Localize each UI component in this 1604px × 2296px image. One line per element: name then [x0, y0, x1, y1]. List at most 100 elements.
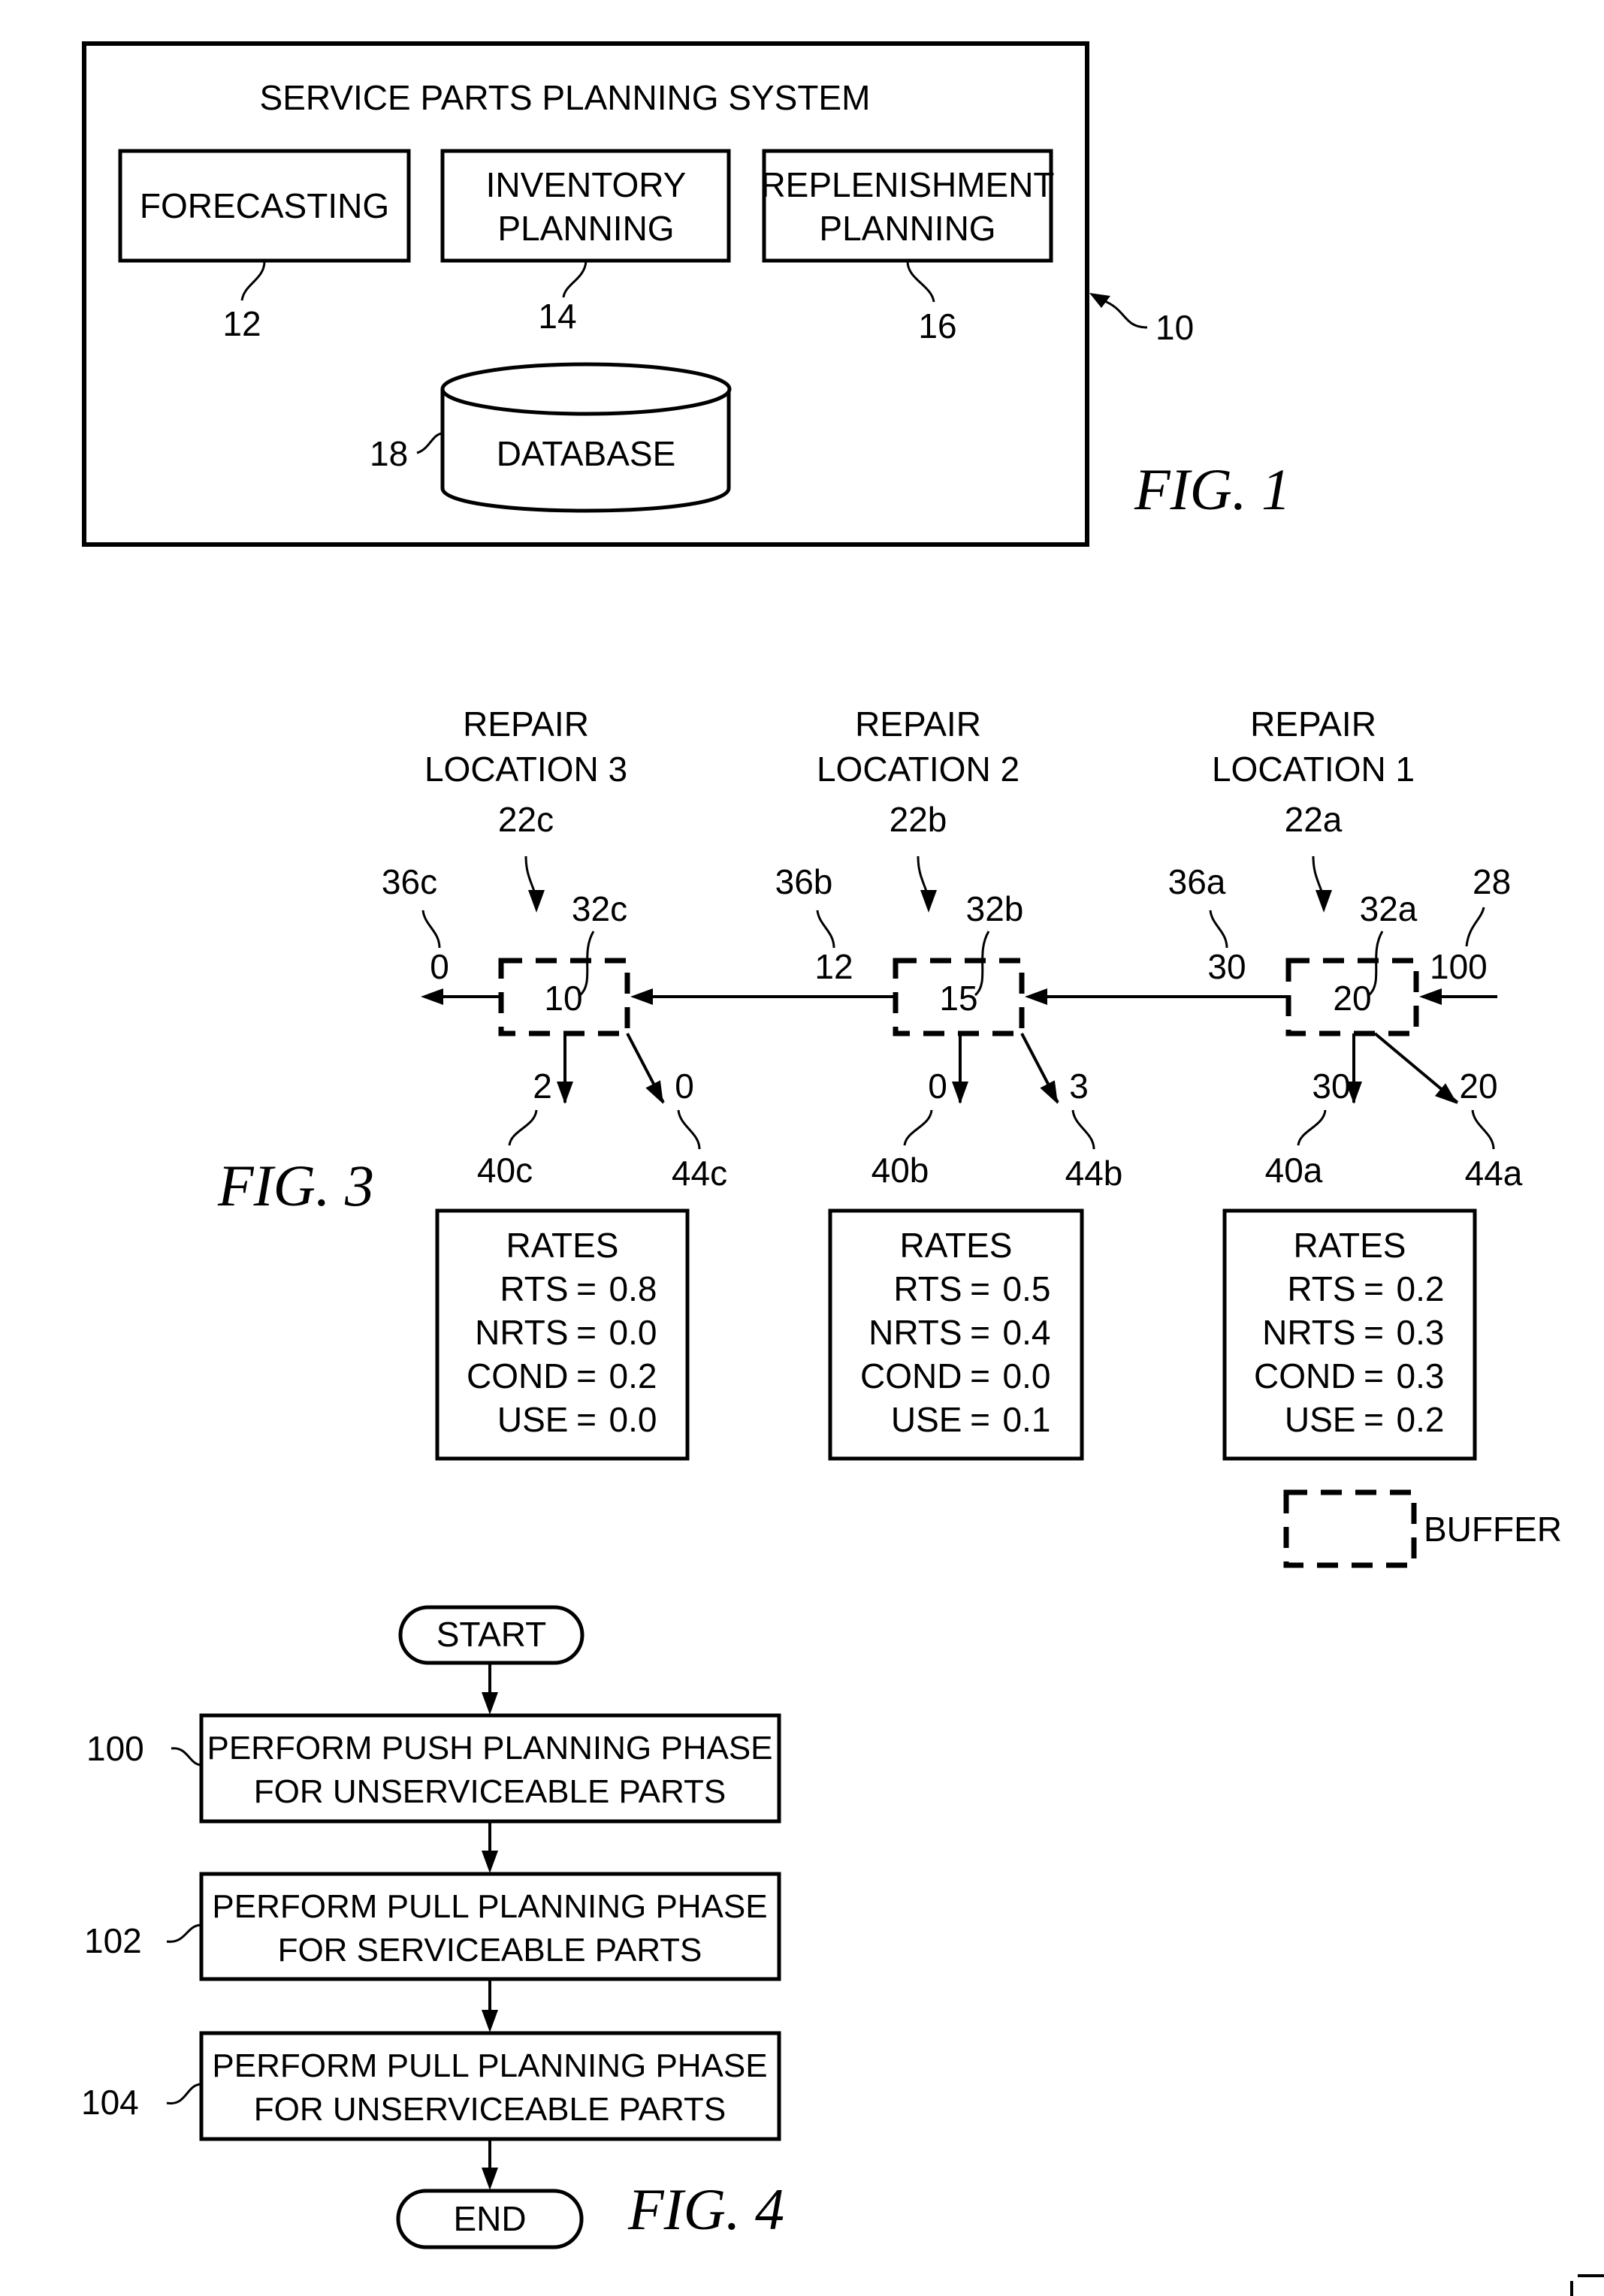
location-title-line: REPAIR — [855, 704, 981, 744]
buffer-ref: 32c — [572, 889, 627, 928]
buffer-legend: BUFFER — [1283, 1489, 1562, 1568]
rate-equals: = — [1364, 1269, 1384, 1308]
rate-value: 0.1 — [1003, 1400, 1051, 1439]
rate-name: RTS — [893, 1269, 962, 1308]
rate-equals: = — [970, 1269, 990, 1308]
rate-equals: = — [1364, 1356, 1384, 1395]
fig4: START PERFORM PUSH PLANNING PHASE FOR UN… — [81, 1605, 784, 2249]
outflow-value: 30 — [1207, 947, 1246, 986]
rate-name: NRTS — [1262, 1313, 1355, 1352]
rate-value: 0.5 — [1003, 1269, 1051, 1308]
fig4-caption: FIG. 4 — [627, 2177, 784, 2242]
location-title-line: LOCATION 3 — [424, 750, 627, 789]
repair-ref-leader — [1297, 1109, 1327, 1146]
end-label: END — [453, 2199, 526, 2238]
arrowhead-icon — [421, 988, 443, 1005]
system-ref-leader — [1102, 299, 1148, 329]
condemn-ref: 44b — [1065, 1154, 1123, 1193]
step-line1: PERFORM PULL PLANNING PHASE — [212, 1888, 767, 1925]
arrowhead-icon — [920, 890, 937, 913]
arrowhead-icon — [482, 1851, 498, 1873]
location-ref: 22b — [890, 800, 947, 839]
step-line1: PERFORM PULL PLANNING PHASE — [212, 2047, 767, 2084]
repair-value: 0 — [928, 1067, 947, 1106]
rate-value: 0.0 — [1003, 1356, 1051, 1395]
rate-equals: = — [1364, 1400, 1384, 1439]
step-ref: 100 — [86, 1729, 144, 1768]
rate-name: USE — [1285, 1400, 1356, 1439]
module-ref: 14 — [538, 297, 576, 336]
buffer-legend-label: BUFFER — [1424, 1510, 1562, 1549]
location-title-line: REPAIR — [1250, 704, 1376, 744]
rate-value: 0.0 — [609, 1400, 657, 1439]
arrowhead-icon — [1025, 988, 1047, 1005]
end-terminal: END — [396, 2189, 584, 2249]
rates-box: RATESRTS = 0.8NRTS = 0.0COND = 0.2USE = 0.0 — [435, 1208, 690, 1461]
rates-box: RATESRTS = 0.2NRTS = 0.3COND = 0.3USE = 0.2 — [1222, 1208, 1477, 1461]
arrowhead-icon — [630, 988, 653, 1005]
arrowhead-icon — [1419, 988, 1442, 1005]
rate-name: USE — [891, 1400, 962, 1439]
rate-value: 0.2 — [1397, 1269, 1445, 1308]
condemn-ref: 44a — [1465, 1154, 1523, 1193]
rate-value: 0.8 — [609, 1269, 657, 1308]
location-title-line: REPAIR — [463, 704, 589, 744]
leader-line — [166, 1923, 202, 1943]
repair-location-2: REPAIR LOCATION 2 22b 15 32b 12 36b 0 40b 3 44b RAT… — [775, 704, 1123, 1461]
rate-value: 0.2 — [1397, 1400, 1445, 1439]
step-104: PERFORM PULL PLANNING PHASE FOR UNSERVIC… — [81, 2031, 781, 2141]
condemn-value: 3 — [1069, 1067, 1089, 1106]
rate-equals: = — [576, 1400, 597, 1439]
start-label: START — [436, 1615, 547, 1654]
arrowhead-icon — [482, 1692, 498, 1715]
rate-name: COND — [1254, 1356, 1355, 1395]
database-ref: 18 — [370, 434, 408, 473]
module-label-line2: PLANNING — [497, 209, 674, 248]
step-102: PERFORM PULL PLANNING PHASE FOR SERVICEA… — [84, 1872, 781, 1981]
rate-equals: = — [970, 1313, 990, 1352]
rate-equals: = — [576, 1313, 597, 1352]
location-ref: 22c — [498, 800, 554, 839]
condemn-value: 20 — [1459, 1067, 1497, 1106]
rate-value: 0.3 — [1397, 1356, 1445, 1395]
step-line2: FOR UNSERVICEABLE PARTS — [254, 2091, 726, 2128]
arrowhead-icon — [1316, 890, 1332, 913]
arrowhead-icon — [482, 2168, 498, 2190]
step-line2: FOR SERVICEABLE PARTS — [278, 1932, 702, 1969]
outflow-value: 12 — [814, 947, 853, 986]
condemn-value: 0 — [675, 1067, 694, 1106]
module-ref: 16 — [918, 306, 956, 345]
rate-equals: = — [576, 1269, 597, 1308]
outflow-ref-leader — [816, 910, 835, 949]
rate-name: RTS — [500, 1269, 568, 1308]
outflow-ref: 36b — [775, 862, 833, 901]
inflow-ref: 28 — [1473, 862, 1511, 901]
location-title-line: LOCATION 1 — [1212, 750, 1415, 789]
buffer-value: 10 — [544, 979, 582, 1018]
rate-equals: = — [1364, 1313, 1384, 1352]
step-ref: 104 — [81, 2083, 139, 2122]
repair-ref-leader — [903, 1109, 933, 1146]
rate-name: COND — [467, 1356, 568, 1395]
rate-value: 0.2 — [609, 1356, 657, 1395]
rate-name: USE — [497, 1400, 569, 1439]
condemn-ref: 44c — [672, 1154, 727, 1193]
location-title-line: LOCATION 2 — [817, 750, 1019, 789]
arrowhead-icon — [952, 1082, 968, 1104]
leader-line — [171, 1747, 202, 1767]
module-label-line2: PLANNING — [819, 209, 995, 248]
repair-value: 2 — [533, 1067, 552, 1106]
leader-line — [166, 2083, 202, 2104]
rates-title: RATES — [506, 1226, 619, 1265]
repair-ref: 40a — [1265, 1151, 1323, 1190]
rate-equals: = — [970, 1400, 990, 1439]
step-line1: PERFORM PUSH PLANNING PHASE — [207, 1730, 772, 1767]
buffer-value: 20 — [1333, 979, 1371, 1018]
arrowhead-icon — [1089, 293, 1110, 308]
condemn-ref-leader — [1071, 1109, 1095, 1150]
repair-ref: 40b — [871, 1151, 929, 1190]
rate-name: RTS — [1287, 1269, 1355, 1308]
repair-location-3: REPAIR LOCATION 3 22c 10 32c 0 36c 2 40c 0 44c RATE… — [382, 704, 727, 1461]
inflow: 100 28 — [1430, 862, 1511, 986]
module-label: FORECASTING — [140, 186, 389, 225]
